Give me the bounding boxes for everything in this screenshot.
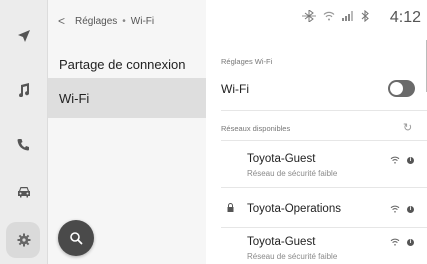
network-security: Réseau de sécurité faible: [247, 252, 338, 261]
wifi-signal-icon: [323, 11, 335, 21]
search-button[interactable]: [58, 220, 94, 256]
settings-gear-icon: [17, 233, 30, 247]
back-button[interactable]: <: [58, 14, 65, 28]
divider: [221, 110, 427, 111]
phone-icon: [17, 138, 29, 150]
network-info-icon[interactable]: i: [407, 157, 414, 164]
breadcrumb: < Réglages • Wi-Fi: [58, 13, 154, 29]
search-icon: [70, 232, 83, 245]
menu-item-label: Partage de connexion: [59, 56, 186, 72]
navigation-arrow-icon: [17, 30, 30, 42]
cellular-signal-icon: [342, 11, 353, 21]
network-row[interactable]: Toyota-Guest Réseau de sécurité faible i: [207, 228, 427, 264]
breadcrumb-current: Wi-Fi: [130, 15, 155, 27]
refresh-icon[interactable]: ↻: [403, 121, 412, 134]
menu-item-wifi[interactable]: Wi-Fi: [48, 78, 206, 118]
network-name: Toyota-Operations: [247, 203, 341, 215]
network-info-icon[interactable]: i: [407, 206, 414, 213]
network-info-icon[interactable]: i: [407, 239, 414, 246]
lock-icon: [227, 203, 234, 212]
network-row[interactable]: Toyota-Guest Réseau de sécurité faible i: [207, 141, 427, 187]
wifi-toggle[interactable]: [388, 80, 415, 97]
network-name: Toyota-Guest: [247, 236, 316, 248]
wifi-label: Wi-Fi: [221, 82, 249, 96]
bluetooth-connection-icon: [302, 10, 316, 22]
settings-menu-panel: < Réglages • Wi-Fi Partage de connexion …: [48, 0, 206, 264]
music-note-icon: [19, 83, 30, 97]
breadcrumb-separator: •: [122, 15, 126, 27]
wifi-settings-section-label: Réglages Wi-Fi: [221, 57, 273, 66]
menu-item-label: Wi-Fi: [59, 90, 90, 106]
wifi-signal-icon: [390, 156, 400, 164]
networks-section-label: Réseaux disponibles: [221, 124, 291, 133]
wifi-signal-icon: [390, 238, 400, 246]
navigation-button[interactable]: [0, 12, 47, 60]
clock: 4:12: [389, 9, 421, 26]
wifi-settings-panel: 4:12 Réglages Wi-Fi Wi-Fi Réseaux dispon…: [207, 0, 427, 264]
music-button[interactable]: [0, 66, 47, 114]
vehicle-button[interactable]: [0, 168, 47, 216]
car-icon: [17, 187, 30, 198]
breadcrumb-parent[interactable]: Réglages: [75, 16, 117, 27]
status-bar: 4:12: [207, 0, 427, 36]
phone-button[interactable]: [0, 120, 47, 168]
wifi-signal-icon: [390, 205, 400, 213]
network-row[interactable]: Toyota-Operations i: [207, 188, 427, 232]
network-name: Toyota-Guest: [247, 153, 316, 165]
toggle-knob: [390, 82, 403, 95]
app-rail: [0, 0, 48, 264]
bluetooth-icon: [361, 10, 369, 22]
settings-button[interactable]: [0, 216, 47, 264]
network-security: Réseau de sécurité faible: [247, 169, 338, 178]
settings-screen: < Réglages • Wi-Fi Partage de connexion …: [0, 0, 427, 264]
